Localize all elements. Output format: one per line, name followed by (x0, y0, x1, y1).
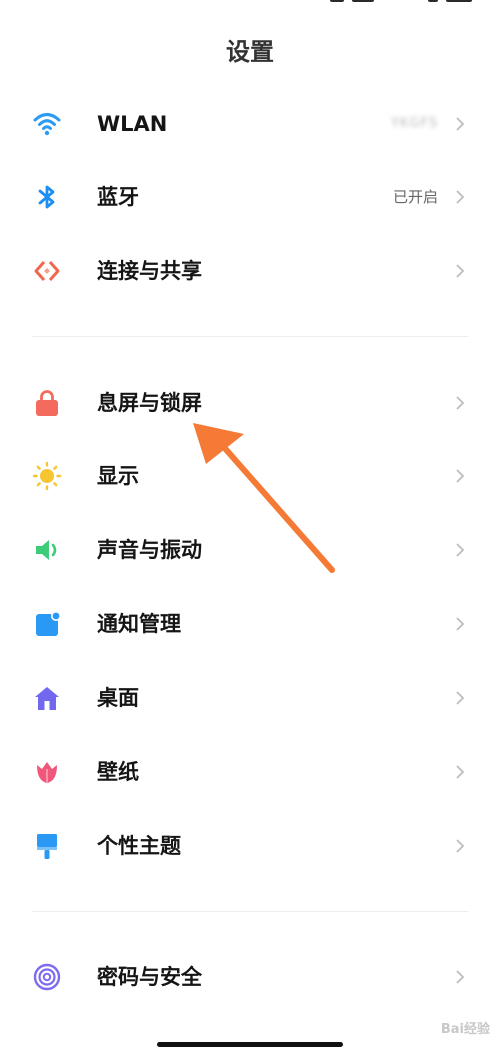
chevron-right-icon (456, 190, 465, 204)
home-icon (32, 683, 62, 713)
settings-item-notifications[interactable]: 通知管理 (0, 594, 500, 654)
chevron-right-icon (456, 765, 465, 779)
chevron-right-icon (456, 117, 465, 131)
settings-item-display[interactable]: 显示 (0, 446, 500, 506)
bluetooth-status: 已开启 (392, 188, 438, 206)
brush-icon (32, 831, 62, 861)
bluetooth-icon (32, 182, 62, 212)
home-indicator[interactable] (157, 1042, 343, 1047)
settings-item-label: 个性主题 (97, 834, 181, 858)
settings-item-desktop[interactable]: 桌面 (0, 668, 500, 728)
settings-item-wlan[interactable]: WLAN YKGFS (0, 94, 500, 154)
chevron-right-icon (456, 543, 465, 557)
page-title: 设置 (226, 38, 274, 66)
wifi-status-icon (428, 0, 438, 2)
settings-item-connection-sharing[interactable]: 连接与共享 (0, 241, 500, 301)
flower-icon (32, 757, 62, 787)
chevron-right-icon (456, 970, 465, 984)
settings-item-label: 桌面 (97, 686, 139, 710)
settings-item-lock-screen[interactable]: 息屏与锁屏 (0, 373, 500, 433)
notification-icon (32, 609, 62, 639)
settings-item-sound-vibration[interactable]: 声音与振动 (0, 520, 500, 580)
settings-item-label: 声音与振动 (97, 538, 202, 562)
speaker-icon (32, 535, 62, 565)
chevron-right-icon (456, 839, 465, 853)
settings-item-label: 密码与安全 (97, 965, 202, 989)
settings-item-label: 蓝牙 (97, 185, 139, 209)
chevron-right-icon (456, 264, 465, 278)
network-icon (352, 0, 374, 2)
settings-item-bluetooth[interactable]: 蓝牙 已开启 (0, 167, 500, 227)
settings-item-label: 壁纸 (97, 760, 139, 784)
section-divider (32, 336, 468, 337)
wifi-icon (32, 109, 62, 139)
chevron-right-icon (456, 617, 465, 631)
battery-icon (446, 0, 472, 2)
connection-icon (32, 256, 62, 286)
watermark: Bai经验 (440, 1022, 490, 1037)
settings-item-wallpaper[interactable]: 壁纸 (0, 742, 500, 802)
lock-icon (32, 388, 62, 418)
settings-item-label: 通知管理 (97, 612, 181, 636)
status-bar (0, 0, 500, 10)
chevron-right-icon (456, 691, 465, 705)
chevron-right-icon (456, 469, 465, 483)
section-divider (32, 911, 468, 912)
settings-item-label: WLAN (97, 112, 168, 136)
sun-icon (32, 461, 62, 491)
chevron-right-icon (456, 396, 465, 410)
signal-icon (330, 0, 344, 2)
settings-item-label: 显示 (97, 464, 139, 488)
fingerprint-icon (32, 962, 62, 992)
settings-item-password-security[interactable]: 密码与安全 (0, 947, 500, 1007)
settings-item-themes[interactable]: 个性主题 (0, 816, 500, 876)
settings-item-label: 息屏与锁屏 (97, 391, 202, 415)
wlan-network-name: YKGFS (390, 116, 438, 131)
settings-item-label: 连接与共享 (97, 259, 202, 283)
